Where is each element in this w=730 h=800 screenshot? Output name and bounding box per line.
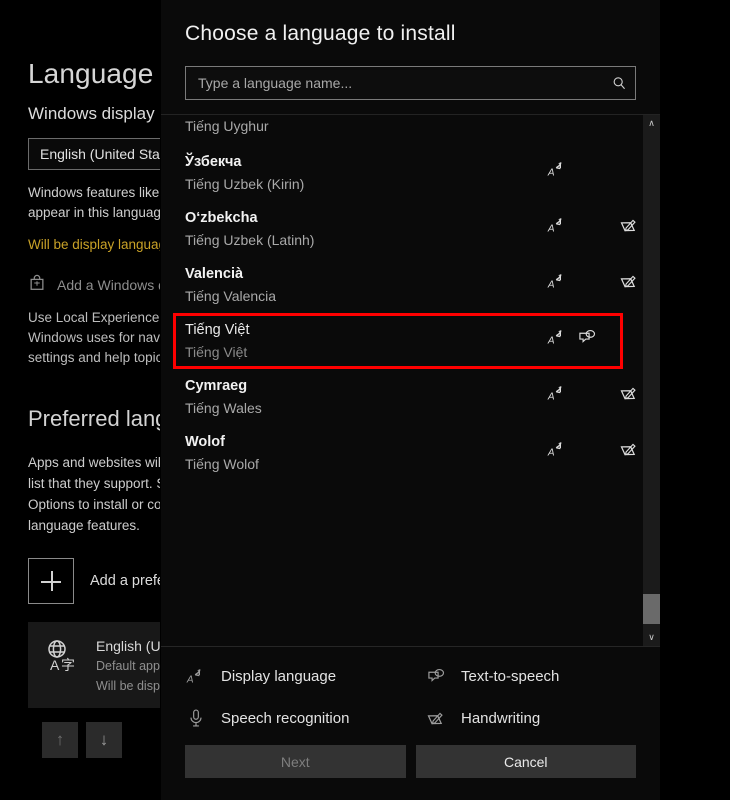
display-language-icon: A bbox=[545, 213, 569, 237]
language-row[interactable]: O‘zbekcha Tiếng Uzbek (Latinh) A bbox=[161, 201, 643, 257]
display-language-icon: A bbox=[185, 665, 207, 687]
display-language-icon: A bbox=[545, 437, 569, 461]
plus-icon bbox=[28, 558, 74, 604]
display-language-select[interactable]: English (United States) bbox=[28, 138, 175, 170]
language-row[interactable]: Ўзбекча Tiếng Uzbek (Kirin) A bbox=[161, 145, 643, 201]
add-preferred-language-button[interactable]: Add a preferred language bbox=[28, 558, 175, 604]
legend-item-label: Text-to-speech bbox=[461, 667, 560, 685]
language-row[interactable]: Cymraeg Tiếng Wales A bbox=[161, 369, 643, 425]
legend-item: Handwriting bbox=[425, 707, 636, 729]
language-feature-icons: A bbox=[503, 381, 636, 405]
display-language-warning: Will be display language after next sign… bbox=[28, 237, 175, 252]
choose-language-dialog: Choose a language to install Tiếng Uyghu… bbox=[160, 0, 660, 800]
language-list-scrollbar[interactable]: ∧ ∨ bbox=[643, 115, 660, 646]
language-row[interactable]: Tiếng Việt Tiếng Việt A bbox=[161, 313, 643, 369]
legend-item-label: Speech recognition bbox=[221, 709, 350, 727]
svg-text:A: A bbox=[50, 657, 60, 673]
legend-item-label: Handwriting bbox=[461, 709, 541, 727]
preferred-languages-heading: Preferred languages bbox=[28, 406, 175, 431]
language-feature-icons: A bbox=[503, 157, 633, 181]
language-row[interactable]: Valencià Tiếng Valencia A bbox=[161, 257, 643, 313]
preferred-language-card[interactable]: A 字 English (United States) Default app … bbox=[28, 622, 175, 708]
language-feature-icons: A bbox=[503, 437, 636, 461]
scroll-down-button[interactable]: ∨ bbox=[643, 629, 660, 646]
handwriting-icon bbox=[617, 381, 641, 405]
next-button[interactable]: Next bbox=[185, 745, 406, 778]
store-link-label: Add a Windows display language in Micros… bbox=[57, 276, 175, 293]
dialog-footer: Next Cancel bbox=[161, 745, 660, 800]
language-localized-name: Tiếng Uyghur bbox=[185, 118, 269, 134]
svg-text:A: A bbox=[547, 392, 555, 403]
preferred-languages-description: Apps and websites will appear in the fir… bbox=[28, 455, 175, 533]
language-list[interactable]: Tiếng Uyghur Ўзбекча Tiếng Uzbek (Kirin) A O… bbox=[161, 115, 643, 646]
handwriting-icon bbox=[617, 213, 641, 237]
handwriting-icon bbox=[425, 707, 447, 729]
svg-text:A: A bbox=[547, 280, 555, 291]
arrow-up-icon: ↑ bbox=[55, 730, 65, 749]
search-box[interactable] bbox=[185, 66, 636, 100]
move-up-button[interactable]: ↑ bbox=[42, 722, 78, 758]
language-feature-icons: A bbox=[503, 269, 636, 293]
local-experience-description: Use Local Experience Packs to change the… bbox=[28, 310, 175, 365]
svg-text:A: A bbox=[547, 336, 555, 347]
settings-language-page: Language Windows display language Englis… bbox=[0, 0, 175, 800]
scroll-up-button[interactable]: ∧ bbox=[643, 115, 660, 132]
svg-text:A: A bbox=[547, 224, 555, 235]
display-language-icon: A bbox=[545, 325, 569, 349]
feature-legend: A Display language Text-to-speech Speech re… bbox=[161, 646, 660, 745]
display-language-icon: A bbox=[545, 269, 569, 293]
legend-item: Text-to-speech bbox=[425, 665, 636, 687]
dialog-title: Choose a language to install bbox=[185, 22, 456, 45]
screen: Language Windows display language Englis… bbox=[0, 0, 730, 800]
handwriting-icon bbox=[617, 269, 641, 293]
language-row[interactable]: Wolof Tiếng Wolof A bbox=[161, 425, 643, 481]
svg-text:字: 字 bbox=[61, 658, 75, 674]
store-bag-icon bbox=[28, 274, 46, 295]
scrollbar-track[interactable] bbox=[643, 132, 660, 629]
language-list-region: Tiếng Uyghur Ўзбекча Tiếng Uzbek (Kirin) A O… bbox=[161, 115, 660, 646]
display-language-description: Windows features like Settings and File … bbox=[28, 185, 175, 220]
svg-text:A: A bbox=[547, 448, 555, 459]
move-down-button[interactable]: ↓ bbox=[86, 722, 122, 758]
language-feature-icons: A bbox=[503, 213, 636, 237]
scrollbar-thumb[interactable] bbox=[643, 594, 660, 624]
svg-text:A: A bbox=[186, 675, 194, 686]
microphone-icon bbox=[185, 707, 207, 729]
legend-item: Speech recognition bbox=[185, 707, 425, 729]
display-language-icon: A bbox=[545, 381, 569, 405]
add-windows-display-language-link[interactable]: Add a Windows display language in Micros… bbox=[28, 274, 175, 295]
page-title: Language bbox=[28, 58, 154, 89]
windows-display-language-heading: Windows display language bbox=[28, 104, 175, 123]
legend-item-label: Display language bbox=[221, 667, 337, 685]
language-row[interactable]: Tiếng Uyghur bbox=[161, 115, 643, 145]
cancel-button[interactable]: Cancel bbox=[415, 745, 636, 778]
text-to-speech-icon bbox=[425, 665, 447, 687]
svg-text:A: A bbox=[547, 168, 555, 179]
text-to-speech-icon bbox=[575, 325, 599, 349]
reorder-buttons: ↑ ↓ bbox=[42, 722, 175, 758]
display-language-icon: A bbox=[545, 157, 569, 181]
arrow-down-icon: ↓ bbox=[99, 730, 109, 749]
search-input[interactable] bbox=[198, 75, 612, 91]
legend-item: A Display language bbox=[185, 665, 425, 687]
language-feature-icons: A bbox=[503, 325, 633, 349]
dialog-header: Choose a language to install bbox=[161, 0, 660, 100]
language-globe-icon: A 字 bbox=[42, 636, 82, 696]
handwriting-icon bbox=[617, 437, 641, 461]
search-icon[interactable] bbox=[612, 76, 627, 91]
